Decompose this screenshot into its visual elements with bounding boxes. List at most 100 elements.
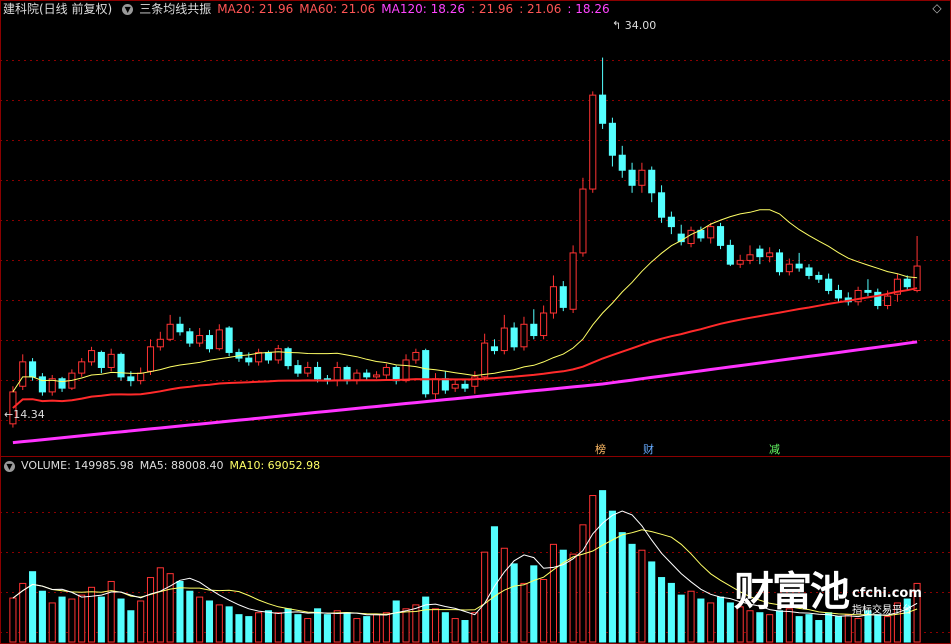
candle-up	[913, 265, 921, 291]
candle-up	[373, 374, 381, 378]
indicator-menu-icon[interactable]: ▼	[122, 4, 134, 15]
candle-down	[422, 350, 430, 395]
ma20-label: MA20: 21.96	[217, 2, 294, 16]
volume-bar-down	[628, 543, 636, 643]
volume-bar-up	[402, 608, 410, 643]
volume-bar-up	[255, 612, 263, 643]
candle-down	[392, 366, 400, 382]
volume-bar-up	[540, 579, 548, 643]
candle-up	[146, 346, 155, 372]
volume-bar-down	[235, 614, 243, 643]
volume-bar-down	[284, 608, 292, 643]
volume-bar-down	[530, 565, 538, 643]
candle-up	[412, 351, 420, 361]
candle-up	[766, 252, 774, 258]
candle-down	[38, 376, 46, 393]
value-3: : 18.26	[567, 2, 610, 16]
candle-up	[333, 366, 341, 382]
volume-bar-up	[215, 604, 223, 643]
event-tag-jian[interactable]: 减	[768, 444, 781, 456]
candle-down	[97, 351, 105, 368]
volume-bar-up	[844, 614, 852, 643]
candle-up	[196, 335, 204, 344]
watermark-site: cfchi.com	[852, 586, 922, 601]
volume-bar-down	[461, 620, 469, 643]
event-tag-bang[interactable]: 榜	[594, 444, 607, 456]
volume-bar-up	[746, 610, 754, 643]
candle-down	[834, 289, 843, 299]
candle-down	[864, 289, 872, 293]
indicator-name[interactable]: 三条均线共振	[139, 2, 211, 16]
ma5-value: MA5: 88008.40	[139, 459, 224, 472]
candle-down	[510, 327, 518, 348]
candle-up	[707, 226, 715, 239]
volume-bar-up	[884, 616, 892, 643]
volume-bar-up	[333, 610, 341, 643]
price-header: 建科院(日线 前复权) ▼ 三条均线共振 MA20: 21.96 MA60: 21.06…	[0, 1, 616, 19]
volume-bar-up	[87, 586, 96, 643]
event-tag-cai[interactable]: 财	[642, 444, 655, 456]
watermark-logo: 财富池 cfchi.com 指标交易平台	[734, 568, 922, 617]
candle-up	[589, 94, 597, 190]
high-price-value: 34.00	[624, 19, 657, 32]
volume-bar-down	[38, 590, 46, 643]
volume-bar-up	[638, 549, 646, 643]
volume-bar-up	[146, 577, 155, 643]
low-price-value: 14.34	[13, 408, 45, 421]
volume-bar-up	[48, 602, 56, 643]
volume-bar-up	[196, 596, 204, 643]
candle-up	[500, 327, 508, 352]
candle-down	[225, 327, 233, 353]
candle-down	[176, 323, 184, 333]
watermark-brand: 财富池	[734, 568, 850, 615]
candle-down	[726, 244, 734, 265]
volume-bar-up	[68, 598, 76, 643]
candle-down	[186, 331, 194, 344]
candle-up	[540, 312, 548, 337]
volume-bar-down	[343, 612, 351, 643]
volume-bar-down	[825, 612, 833, 643]
volume-bar-up	[520, 582, 528, 643]
volume-bar-down	[176, 580, 184, 643]
volume-bar-down	[775, 610, 784, 643]
candle-up	[166, 323, 174, 340]
stock-title: 建科院(日线 前复权)	[3, 2, 113, 16]
close-icon[interactable]: ◇	[929, 0, 945, 16]
volume-bar-down	[658, 577, 666, 643]
low-price-label: ←14.34	[4, 409, 45, 421]
volume-bar-down	[225, 606, 233, 643]
volume-bar-up	[412, 604, 420, 643]
candle-up	[451, 383, 459, 389]
volume-bar-down	[441, 612, 449, 643]
candle-down	[530, 323, 538, 337]
volume-bar-down	[245, 616, 253, 643]
candle-up	[569, 252, 577, 310]
volume-bar-down	[510, 563, 518, 643]
candle-down	[559, 286, 567, 308]
volume-bar-down	[805, 614, 813, 643]
volume-bar-up	[274, 612, 282, 643]
candle-down	[117, 353, 125, 378]
candle-down	[245, 357, 253, 363]
candle-up	[431, 378, 440, 395]
kline-chart[interactable]	[0, 0, 951, 644]
volume-bar-up	[589, 495, 597, 643]
volume-bar-up	[579, 524, 587, 643]
candle-down	[658, 192, 666, 218]
candle-up	[402, 359, 410, 382]
volume-bar-down	[422, 596, 430, 643]
candle-up	[382, 366, 390, 376]
candle-down	[903, 278, 911, 288]
candle-down	[264, 351, 272, 361]
volume-bar-down	[815, 620, 823, 643]
candle-up	[87, 350, 96, 363]
watermark-slogan: 指标交易平台	[852, 605, 912, 616]
volume-bar-up	[549, 543, 557, 643]
candle-up	[481, 342, 489, 378]
volume-menu-icon[interactable]: ▼	[4, 460, 15, 472]
ma10-value: MA10: 69052.98	[229, 459, 321, 472]
volume-bar-down	[363, 616, 371, 643]
volume-bar-down	[834, 616, 843, 643]
candle-up	[785, 263, 793, 273]
volume-bar-up	[707, 602, 715, 643]
